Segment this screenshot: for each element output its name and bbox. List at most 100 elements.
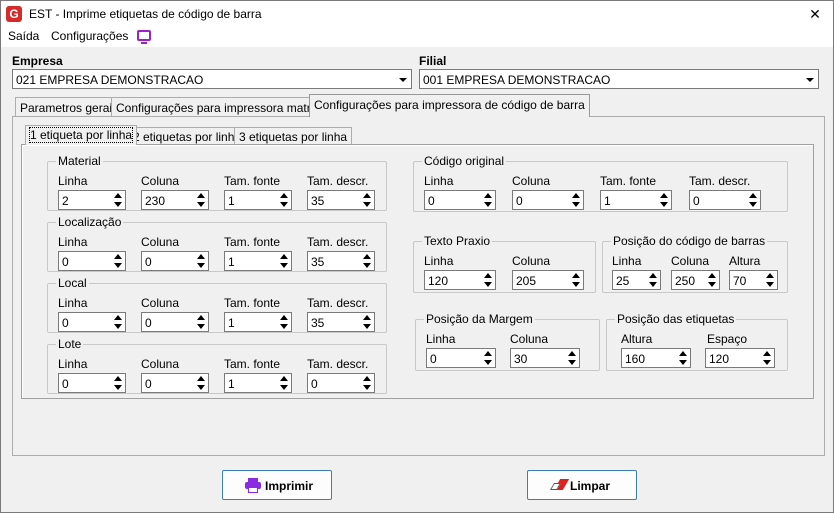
localizacao-tam-descr-input[interactable]: 35 [307, 251, 375, 271]
spin-up-icon[interactable] [481, 349, 495, 358]
spin-up-icon[interactable] [360, 313, 374, 322]
spin-down-icon[interactable] [705, 280, 719, 289]
local-tam-descr-input[interactable]: 35 [307, 312, 375, 332]
spin-up-icon[interactable] [194, 313, 208, 322]
material-coluna-input[interactable]: 230 [141, 190, 209, 210]
lote-coluna-input[interactable]: 0 [141, 373, 209, 393]
local-coluna-input[interactable]: 0 [141, 312, 209, 332]
spin-up-icon[interactable] [481, 271, 495, 280]
filial-select[interactable]: 001 EMPRESA DEMONSTRACAO [419, 69, 819, 89]
spin-down-icon[interactable] [569, 200, 583, 209]
subtab-1-etiqueta[interactable]: 1 etiqueta por linha [25, 125, 138, 145]
spin-down-icon[interactable] [746, 200, 760, 209]
spin-up-icon[interactable] [746, 191, 760, 200]
spin-down-icon[interactable] [481, 200, 495, 209]
localizacao-tam-fonte-input[interactable]: 1 [224, 251, 292, 271]
spin-down-icon[interactable] [569, 280, 583, 289]
spin-buttons[interactable] [111, 313, 125, 331]
chevron-down-icon[interactable] [395, 70, 411, 88]
spin-up-icon[interactable] [194, 191, 208, 200]
spin-up-icon[interactable] [111, 191, 125, 200]
spin-buttons[interactable] [360, 313, 374, 331]
spin-up-icon[interactable] [360, 374, 374, 383]
spin-buttons[interactable] [676, 349, 690, 367]
spin-buttons[interactable] [569, 271, 583, 289]
subtab-3-etiquetas[interactable]: 3 etiquetas por linha [234, 127, 353, 145]
localizacao-coluna-input[interactable]: 0 [141, 251, 209, 271]
spin-buttons[interactable] [111, 252, 125, 270]
codigo-coluna-input[interactable]: 0 [512, 190, 584, 210]
spin-buttons[interactable] [760, 349, 774, 367]
spin-up-icon[interactable] [277, 252, 291, 261]
empresa-select[interactable]: 021 EMPRESA DEMONSTRACAO [12, 69, 412, 89]
spin-down-icon[interactable] [360, 322, 374, 331]
margem-linha-input[interactable]: 0 [426, 348, 496, 368]
spin-down-icon[interactable] [676, 358, 690, 367]
spin-down-icon[interactable] [277, 200, 291, 209]
spin-up-icon[interactable] [705, 271, 719, 280]
spin-down-icon[interactable] [277, 322, 291, 331]
spin-up-icon[interactable] [360, 252, 374, 261]
spin-buttons[interactable] [360, 252, 374, 270]
spin-up-icon[interactable] [111, 313, 125, 322]
spin-up-icon[interactable] [194, 374, 208, 383]
barras-coluna-input[interactable]: 250 [671, 270, 720, 290]
spin-up-icon[interactable] [194, 252, 208, 261]
spin-up-icon[interactable] [277, 374, 291, 383]
spin-down-icon[interactable] [360, 261, 374, 270]
etiquetas-espaco-input[interactable]: 120 [705, 348, 775, 368]
spin-up-icon[interactable] [760, 349, 774, 358]
lote-linha-input[interactable]: 0 [58, 373, 126, 393]
spin-up-icon[interactable] [569, 271, 583, 280]
lote-tam-fonte-input[interactable]: 1 [224, 373, 292, 393]
spin-down-icon[interactable] [481, 358, 495, 367]
barras-linha-input[interactable]: 25 [612, 270, 661, 290]
spin-buttons[interactable] [657, 191, 671, 209]
spin-buttons[interactable] [194, 374, 208, 392]
spin-up-icon[interactable] [360, 191, 374, 200]
codigo-tam-fonte-input[interactable]: 1 [600, 190, 672, 210]
spin-down-icon[interactable] [194, 383, 208, 392]
spin-buttons[interactable] [277, 374, 291, 392]
spin-down-icon[interactable] [111, 322, 125, 331]
spin-buttons[interactable] [565, 349, 579, 367]
barras-altura-input[interactable]: 70 [729, 270, 778, 290]
spin-up-icon[interactable] [111, 374, 125, 383]
spin-up-icon[interactable] [481, 191, 495, 200]
close-button[interactable]: ✕ [797, 1, 833, 27]
spin-buttons[interactable] [194, 252, 208, 270]
etiquetas-altura-input[interactable]: 160 [621, 348, 691, 368]
spin-buttons[interactable] [481, 191, 495, 209]
material-tam-descr-input[interactable]: 35 [307, 190, 375, 210]
spin-up-icon[interactable] [646, 271, 660, 280]
subtab-2-etiquetas[interactable]: 2 etiquetas por linha [128, 127, 247, 145]
spin-down-icon[interactable] [646, 280, 660, 289]
menu-saida[interactable]: Saída [8, 29, 39, 43]
spin-down-icon[interactable] [360, 383, 374, 392]
spin-buttons[interactable] [763, 271, 777, 289]
spin-buttons[interactable] [481, 271, 495, 289]
spin-buttons[interactable] [705, 271, 719, 289]
spin-buttons[interactable] [481, 349, 495, 367]
spin-buttons[interactable] [194, 191, 208, 209]
spin-buttons[interactable] [277, 252, 291, 270]
spin-buttons[interactable] [360, 191, 374, 209]
spin-up-icon[interactable] [763, 271, 777, 280]
localizacao-linha-input[interactable]: 0 [58, 251, 126, 271]
spin-down-icon[interactable] [763, 280, 777, 289]
spin-buttons[interactable] [746, 191, 760, 209]
codigo-linha-input[interactable]: 0 [424, 190, 496, 210]
local-tam-fonte-input[interactable]: 1 [224, 312, 292, 332]
spin-down-icon[interactable] [481, 280, 495, 289]
spin-up-icon[interactable] [676, 349, 690, 358]
spin-down-icon[interactable] [760, 358, 774, 367]
monitor-icon[interactable] [137, 30, 151, 44]
spin-buttons[interactable] [111, 374, 125, 392]
spin-up-icon[interactable] [565, 349, 579, 358]
spin-up-icon[interactable] [569, 191, 583, 200]
spin-down-icon[interactable] [277, 383, 291, 392]
spin-down-icon[interactable] [277, 261, 291, 270]
spin-down-icon[interactable] [657, 200, 671, 209]
spin-up-icon[interactable] [277, 313, 291, 322]
spin-down-icon[interactable] [111, 200, 125, 209]
